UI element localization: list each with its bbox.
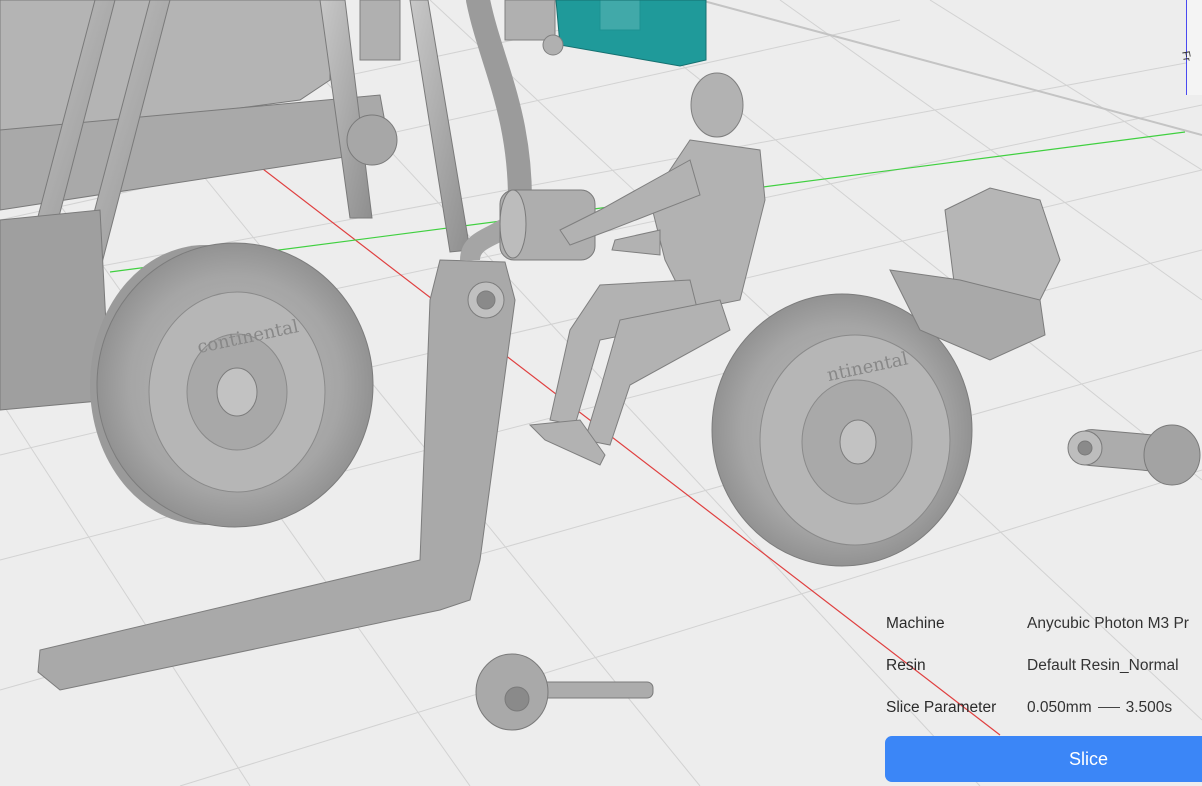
exposure-time: 3.500s xyxy=(1125,699,1173,716)
pin-part-bottom xyxy=(475,653,654,731)
left-tire: continental xyxy=(90,242,374,528)
selected-part xyxy=(555,0,707,67)
plate-edge xyxy=(699,0,1202,136)
resin-value[interactable]: Default Resin_Normal xyxy=(1027,657,1179,675)
slice-parameter-value[interactable]: 0.050mm 3.500s xyxy=(1027,699,1172,717)
separator-dash xyxy=(1097,707,1120,709)
view-cube[interactable]: Fr xyxy=(1179,0,1202,95)
layer-height: 0.050mm xyxy=(1027,699,1092,716)
slice-button[interactable]: Slice xyxy=(885,736,1202,782)
machine-value[interactable]: Anycubic Photon M3 Pr xyxy=(1027,615,1189,633)
machine-row: Machine Anycubic Photon M3 Pr xyxy=(886,611,1202,637)
resin-label: Resin xyxy=(886,657,926,674)
view-cube-label: Fr xyxy=(1179,50,1193,63)
machine-label: Machine xyxy=(886,615,945,632)
pin-part-right xyxy=(1067,424,1201,486)
slice-parameter-label: Slice Parameter xyxy=(886,699,997,716)
resin-row: Resin Default Resin_Normal xyxy=(886,653,1202,679)
slice-parameter-row: Slice Parameter 0.050mm 3.500s xyxy=(886,695,1202,721)
